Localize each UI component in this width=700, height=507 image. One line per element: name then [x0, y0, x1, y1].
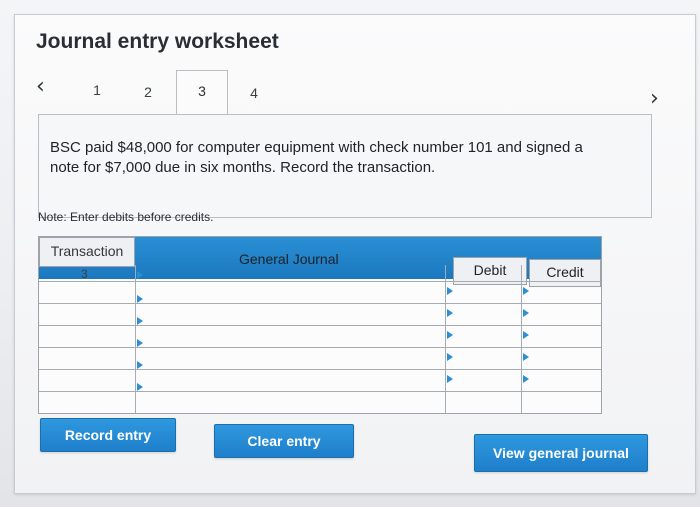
input-caret-icon [447, 331, 453, 339]
col-header-credit: Credit [529, 259, 601, 287]
question-text: BSC paid $48,000 for computer equipment … [50, 139, 583, 176]
tab-step-1[interactable]: 1 [82, 82, 112, 98]
debit-input[interactable] [447, 373, 519, 391]
dropdown-caret-icon [137, 361, 143, 369]
account-select[interactable] [137, 359, 443, 379]
input-caret-icon [523, 287, 529, 295]
dropdown-caret-icon [137, 317, 143, 325]
account-select[interactable] [137, 293, 443, 313]
col-header-general-journal: General Journal [239, 251, 339, 267]
dropdown-caret-icon [137, 271, 143, 279]
tab-step-2[interactable]: 2 [133, 84, 163, 100]
debit-input[interactable] [447, 351, 519, 369]
dropdown-caret-icon [137, 339, 143, 347]
input-caret-icon [523, 309, 529, 317]
col-header-transaction: Transaction [39, 237, 135, 267]
debit-input[interactable] [447, 285, 519, 303]
credit-input[interactable] [523, 373, 599, 391]
tab-step-4[interactable]: 4 [239, 85, 269, 101]
input-caret-icon [523, 353, 529, 361]
credit-input[interactable] [523, 285, 599, 303]
col-divider [135, 265, 136, 413]
input-caret-icon [447, 309, 453, 317]
input-caret-icon [523, 331, 529, 339]
col-divider [445, 265, 446, 413]
tab-step-3[interactable]: 3 [176, 70, 228, 115]
dropdown-caret-icon [137, 295, 143, 303]
page-title: Journal entry worksheet [36, 30, 279, 53]
input-caret-icon [447, 287, 453, 295]
credit-input[interactable] [523, 329, 599, 347]
note-text: Note: Enter debits before credits. [38, 210, 214, 224]
chevron-left-icon[interactable]: ‹ [36, 74, 45, 99]
screen: Journal entry worksheet ‹ › 1 2 3 4 BSC … [0, 0, 700, 507]
credit-input[interactable] [523, 307, 599, 325]
account-select[interactable] [137, 381, 443, 401]
transaction-cell: 3 [81, 267, 88, 281]
debit-input[interactable] [447, 329, 519, 347]
account-select[interactable] [137, 267, 443, 287]
debit-input[interactable] [447, 307, 519, 325]
journal-table: Transaction General Journal Debit Credit… [38, 236, 602, 414]
dropdown-caret-icon [137, 383, 143, 391]
input-caret-icon [447, 375, 453, 383]
account-select[interactable] [137, 315, 443, 335]
record-entry-button[interactable]: Record entry [40, 418, 176, 452]
view-general-journal-button[interactable]: View general journal [474, 434, 648, 472]
clear-entry-button[interactable]: Clear entry [214, 424, 354, 458]
col-divider [521, 265, 522, 413]
credit-input[interactable] [523, 351, 599, 369]
chevron-right-icon[interactable]: › [650, 86, 659, 111]
input-caret-icon [523, 375, 529, 383]
input-caret-icon [447, 353, 453, 361]
account-select[interactable] [137, 337, 443, 357]
